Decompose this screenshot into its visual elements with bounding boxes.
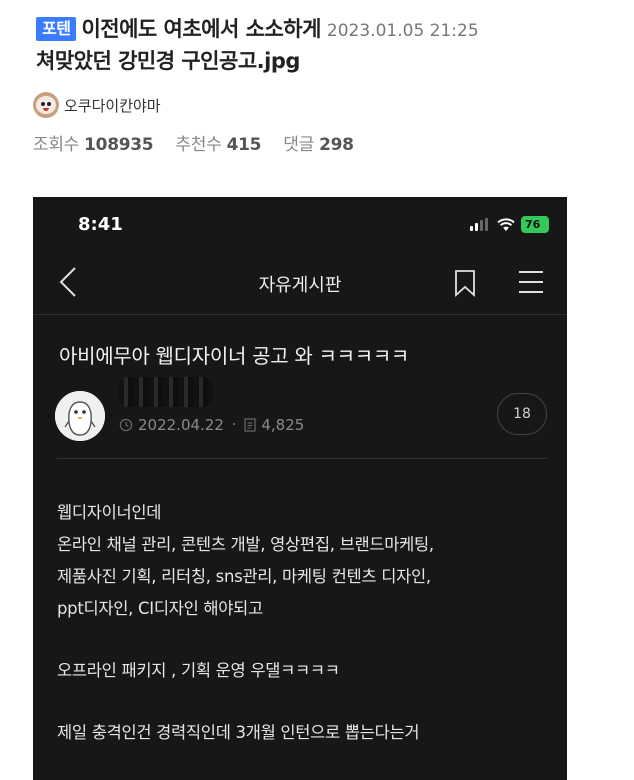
article-date: 2022.04.22 bbox=[138, 416, 224, 434]
article-title: 아비에무아 웹디자이너 공고 와 ㅋㅋㅋㅋㅋ bbox=[59, 344, 410, 368]
post-title-part-1: 이전에도 여초에서 소소하게 bbox=[81, 17, 321, 41]
post-title-line-1: 포텐 이전에도 여초에서 소소하게 2023.01.05 21:25 bbox=[36, 14, 626, 46]
body-line: 웹디자이너인데 bbox=[57, 503, 162, 522]
author-name[interactable]: 오쿠다이칸야마 bbox=[64, 95, 161, 116]
comments-count: 298 bbox=[319, 135, 354, 155]
post-date: 2023.01.05 21:25 bbox=[326, 21, 479, 41]
article-body: 웹디자이너인데 온라인 채널 관리, 콘텐츠 개발, 영상편집, 브랜드마케팅,… bbox=[57, 497, 557, 749]
body-line: 오프라인 패키지 , 기획 운영 우댈ㅋㅋㅋㅋ bbox=[57, 661, 340, 680]
status-time: 8:41 bbox=[78, 214, 123, 235]
body-line: 제품사진 기획, 리터칭, sns관리, 마케팅 컨텐츠 디자인, bbox=[57, 567, 431, 586]
views-stat: 조회수 108935 bbox=[33, 135, 154, 155]
writer-avatar[interactable] bbox=[55, 391, 105, 441]
comment-count-button[interactable]: 18 bbox=[497, 393, 547, 435]
comments-label: 댓글 bbox=[283, 135, 314, 155]
divider bbox=[57, 458, 547, 459]
app-bar: 자유게시판 bbox=[33, 251, 567, 315]
likes-count: 415 bbox=[226, 135, 262, 155]
embedded-screenshot: 8:41 76 자유게시판 아비에무아 웹디자이너 공고 와 ㅋㅋㅋㅋㅋ 202… bbox=[33, 197, 567, 780]
penguin-avatar-icon bbox=[55, 391, 105, 441]
bookmark-icon[interactable] bbox=[453, 269, 477, 297]
post-title-line-2: 쳐맞았던 강민경 구인공고.jpg bbox=[36, 49, 300, 73]
body-gap bbox=[57, 687, 557, 717]
author-avatar[interactable] bbox=[33, 92, 59, 118]
avatar-eye bbox=[47, 102, 51, 106]
article-views: 4,825 bbox=[261, 416, 305, 434]
post-stats: 조회수 108935 추천수 415 댓글 298 bbox=[33, 130, 371, 155]
hamburger-menu-icon[interactable] bbox=[517, 269, 545, 295]
article-meta: 2022.04.22 · 4,825 bbox=[119, 416, 304, 434]
body-line: ppt디자인, CI디자인 해야되고 bbox=[57, 599, 263, 618]
avatar-face bbox=[36, 96, 56, 114]
board-title: 자유게시판 bbox=[258, 275, 342, 296]
battery-indicator: 76 bbox=[521, 216, 549, 233]
meta-separator: · bbox=[231, 417, 237, 433]
body-line: 온라인 채널 관리, 콘텐츠 개발, 영상편집, 브랜드마케팅, bbox=[57, 535, 434, 554]
likes-label: 추천수 bbox=[175, 135, 222, 155]
views-count: 108935 bbox=[84, 135, 154, 155]
body-line: 제일 충격인건 경력직인데 3개월 인턴으로 뽑는다는거 bbox=[57, 723, 420, 742]
author-row[interactable]: 오쿠다이칸야마 bbox=[33, 91, 161, 119]
comments-stat[interactable]: 댓글 298 bbox=[283, 135, 354, 155]
category-badge[interactable]: 포텐 bbox=[36, 17, 77, 41]
status-icons: 76 bbox=[470, 216, 549, 233]
post-header: 포텐 이전에도 여초에서 소소하게 2023.01.05 21:25 쳐맞았던 강민… bbox=[36, 14, 626, 76]
clock-icon bbox=[119, 418, 133, 432]
redacted-writer-name bbox=[118, 377, 213, 407]
views-label: 조회수 bbox=[33, 135, 80, 155]
phone-status-bar: 8:41 76 bbox=[33, 197, 567, 251]
avatar-eye bbox=[41, 102, 45, 106]
likes-stat: 추천수 415 bbox=[175, 135, 261, 155]
cellular-signal-icon bbox=[470, 218, 490, 231]
body-gap bbox=[57, 625, 557, 655]
wifi-icon bbox=[497, 217, 515, 231]
document-icon bbox=[244, 418, 256, 432]
